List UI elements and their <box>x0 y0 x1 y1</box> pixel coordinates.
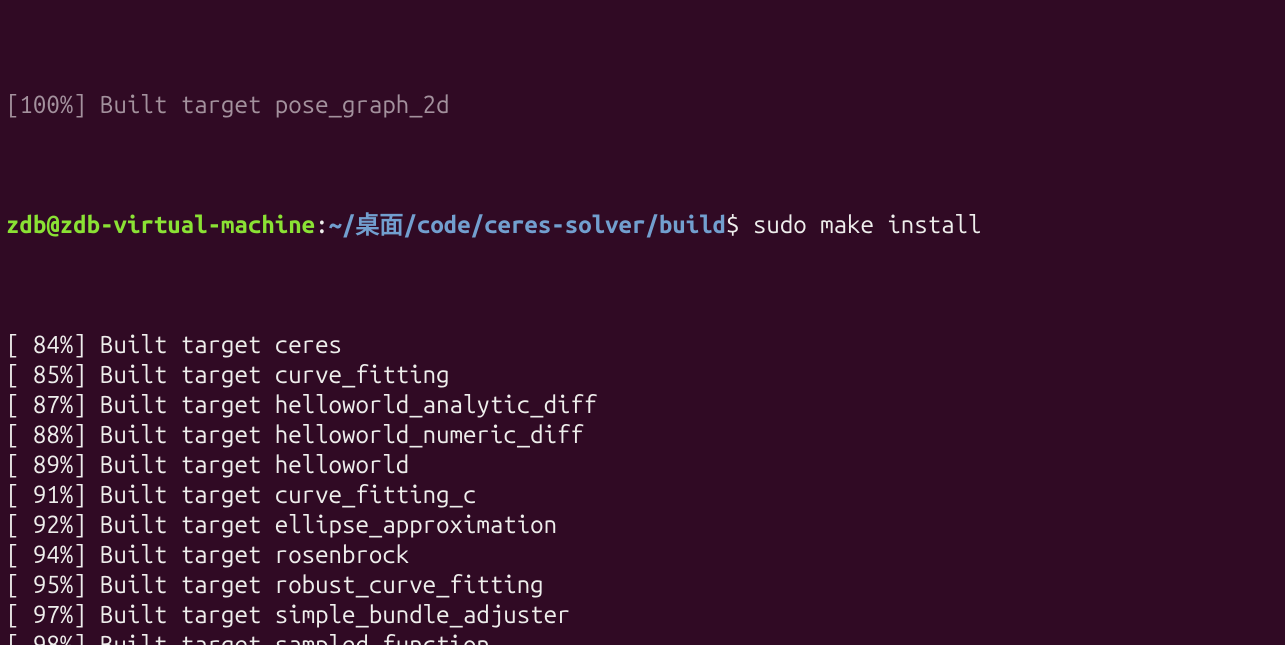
build-text: Built target helloworld_analytic_diff <box>87 391 598 418</box>
build-percent: [ 89%] <box>6 451 87 478</box>
build-percent: [ 88%] <box>6 421 87 448</box>
build-line: [ 94%] Built target rosenbrock <box>6 540 1279 570</box>
command-text: sudo make install <box>753 211 981 238</box>
build-text: Built target helloworld <box>87 451 410 478</box>
prompt-path: /桌面/code/ceres-solver/build <box>342 211 726 238</box>
build-text: Built target rosenbrock <box>87 541 410 568</box>
build-line: [ 92%] Built target ellipse_approximatio… <box>6 510 1279 540</box>
build-text: Built target ellipse_approximation <box>87 511 557 538</box>
build-percent: [ 92%] <box>6 511 87 538</box>
prompt-tilde: ~ <box>329 211 342 238</box>
prompt-command <box>739 211 752 238</box>
build-percent: [ 98%] <box>6 631 87 645</box>
build-line: [ 95%] Built target robust_curve_fitting <box>6 570 1279 600</box>
prompt-dollar: $ <box>726 211 739 238</box>
build-line: [ 85%] Built target curve_fitting <box>6 360 1279 390</box>
build-line: [ 88%] Built target helloworld_numeric_d… <box>6 420 1279 450</box>
build-line: [ 87%] Built target helloworld_analytic_… <box>6 390 1279 420</box>
prompt-line: zdb@zdb-virtual-machine:~/桌面/code/ceres-… <box>6 210 1279 240</box>
build-text: Built target sampled_function <box>87 631 490 645</box>
build-percent: [ 97%] <box>6 601 87 628</box>
build-percent: [ 84%] <box>6 331 87 358</box>
build-percent: [ 87%] <box>6 391 87 418</box>
build-line: [ 97%] Built target simple_bundle_adjust… <box>6 600 1279 630</box>
build-text: Built target simple_bundle_adjuster <box>87 601 571 628</box>
build-text: Built target curve_fitting_c <box>87 481 477 508</box>
build-line: [ 89%] Built target helloworld <box>6 450 1279 480</box>
build-percent: [ 94%] <box>6 541 87 568</box>
partial-text: [100%] Built target pose_graph_2d <box>6 91 450 118</box>
build-line: [ 84%] Built target ceres <box>6 330 1279 360</box>
prompt-colon: : <box>315 211 328 238</box>
prompt-user-host: zdb@zdb-virtual-machine <box>6 211 315 238</box>
build-text: Built target helloworld_numeric_diff <box>87 421 584 448</box>
build-percent: [ 91%] <box>6 481 87 508</box>
build-line: [ 98%] Built target sampled_function <box>6 630 1279 645</box>
build-percent: [ 85%] <box>6 361 87 388</box>
build-text: Built target curve_fitting <box>87 361 450 388</box>
build-percent: [ 95%] <box>6 571 87 598</box>
partial-previous-line: [100%] Built target pose_graph_2d <box>6 90 1279 120</box>
build-text: Built target robust_curve_fitting <box>87 571 544 598</box>
terminal-output[interactable]: [100%] Built target pose_graph_2d zdb@zd… <box>0 0 1285 645</box>
build-text: Built target ceres <box>87 331 342 358</box>
build-line: [ 91%] Built target curve_fitting_c <box>6 480 1279 510</box>
